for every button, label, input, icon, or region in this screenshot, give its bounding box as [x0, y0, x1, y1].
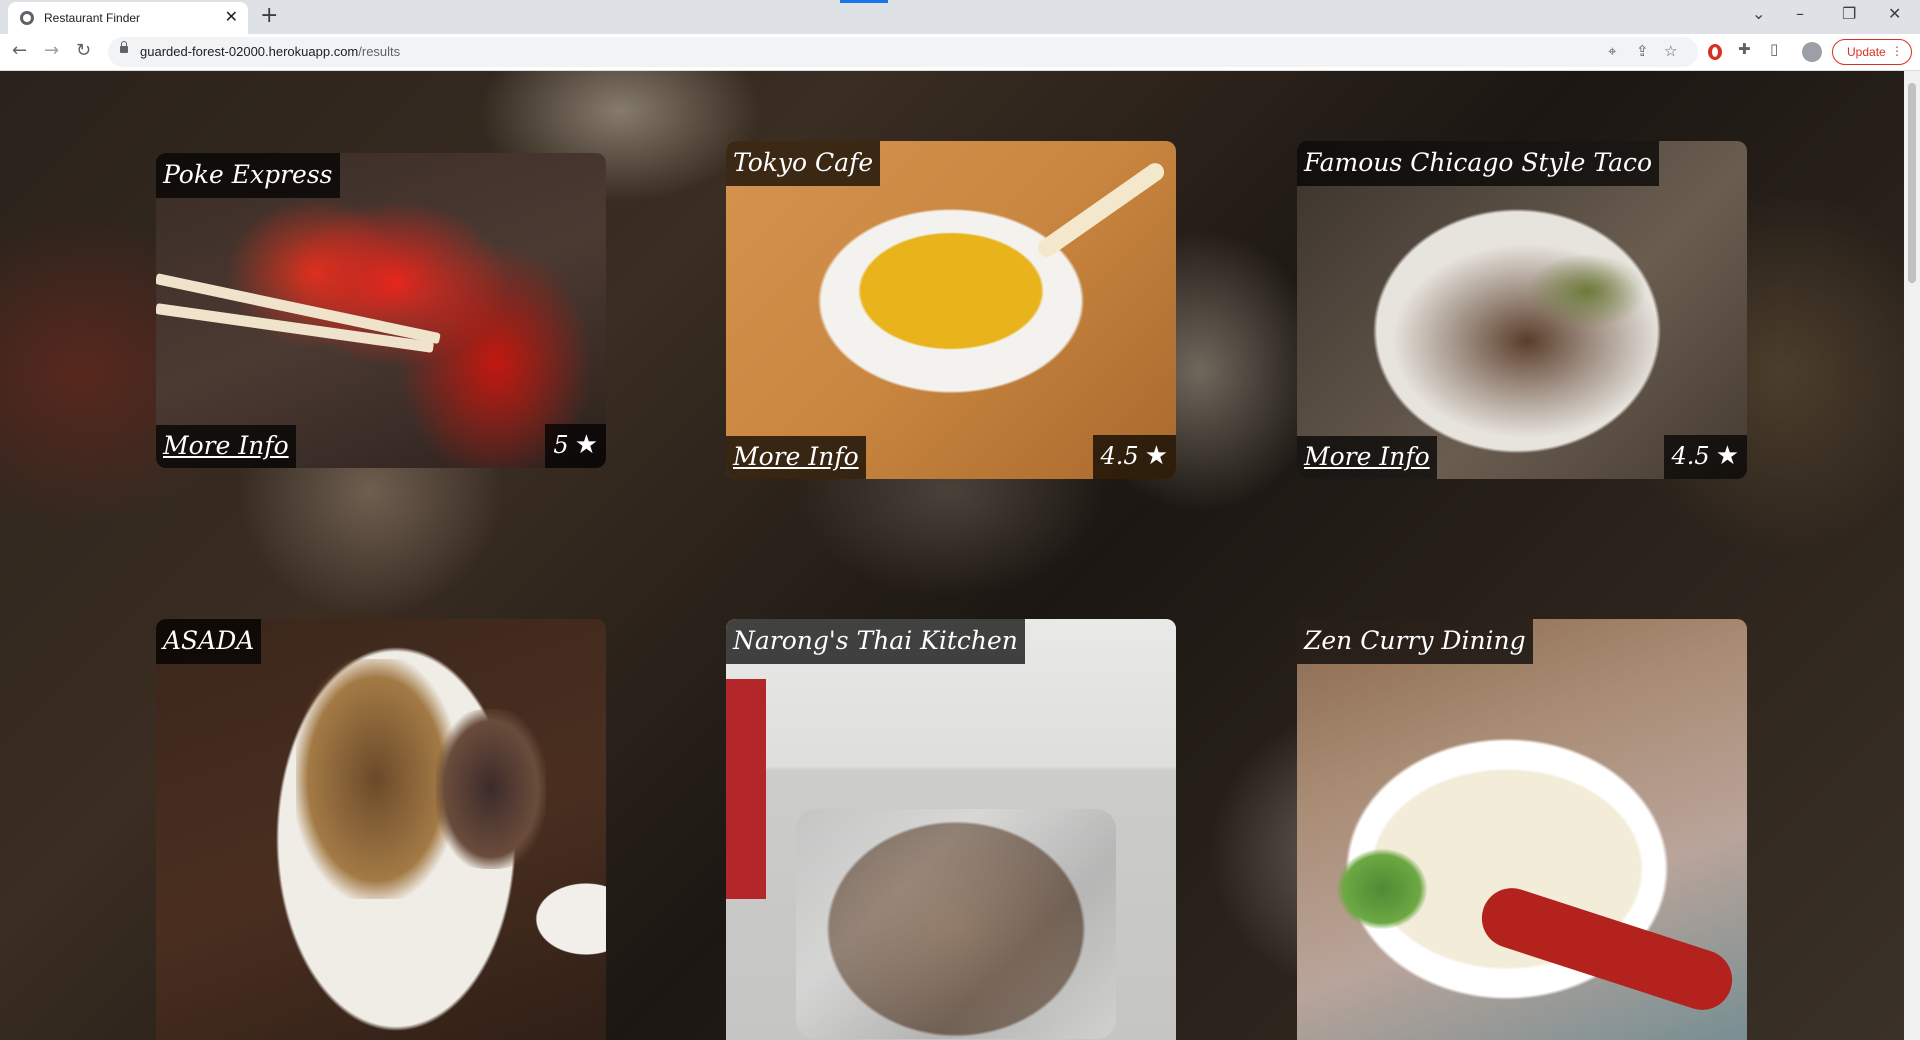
- restaurant-photo: [156, 619, 606, 1040]
- forward-button[interactable]: →: [44, 40, 59, 61]
- spoon: [1034, 159, 1168, 261]
- restaurant-name: Zen Curry Dining: [1297, 619, 1533, 664]
- menu-dots-icon: ⋮: [1891, 44, 1903, 58]
- more-info-link[interactable]: More Info: [156, 425, 296, 468]
- url-text[interactable]: guarded-forest-02000.herokuapp.com/resul…: [140, 44, 400, 59]
- side-panel-icon[interactable]: ▯: [1770, 40, 1778, 58]
- rating-value: 4.5: [1671, 442, 1710, 470]
- update-label: Update: [1847, 45, 1886, 59]
- tab-title: Restaurant Finder: [44, 11, 141, 25]
- star-icon: ★: [1715, 441, 1739, 471]
- bookmark-star-icon[interactable]: ☆: [1664, 42, 1677, 60]
- minimize-button[interactable]: –: [1796, 4, 1804, 23]
- new-tab-button[interactable]: +: [260, 3, 278, 28]
- rating-badge: 4.5 ★: [1663, 435, 1747, 479]
- red-binder: [726, 679, 766, 899]
- extensions-puzzle-icon[interactable]: ✚: [1738, 40, 1751, 58]
- restaurant-photo: [156, 153, 606, 468]
- restaurant-name: Poke Express: [156, 153, 340, 198]
- tab-indicator: [840, 0, 888, 3]
- location-icon[interactable]: ⌖: [1608, 42, 1616, 60]
- restaurant-photo: [726, 619, 1176, 1040]
- results-page: Poke Express More Info 5 ★ Tokyo Cafe Mor…: [0, 71, 1904, 1040]
- scrollbar-thumb[interactable]: [1908, 83, 1916, 283]
- restaurant-card[interactable]: Poke Express More Info 5 ★: [156, 153, 606, 468]
- opera-extension-icon[interactable]: [1708, 44, 1722, 60]
- update-button[interactable]: Update ⋮: [1832, 39, 1912, 65]
- close-tab-icon[interactable]: ✕: [225, 7, 238, 26]
- red-spoon: [1474, 880, 1740, 1018]
- globe-icon: [20, 11, 34, 25]
- page-scrollbar[interactable]: [1904, 71, 1920, 1040]
- restaurant-card[interactable]: Famous Chicago Style Taco More Info 4.5 ★: [1297, 141, 1747, 479]
- restaurant-name: ASADA: [156, 619, 262, 664]
- green-onions: [1337, 849, 1427, 929]
- star-icon: ★: [574, 430, 598, 460]
- foil-tray: [796, 809, 1116, 1039]
- restaurant-card[interactable]: Tokyo Cafe More Info 4.5 ★: [726, 141, 1176, 479]
- tacos: [296, 659, 456, 899]
- tab-strip: Restaurant Finder ✕ + ⌄ – ❐ ✕: [0, 0, 1920, 34]
- share-icon[interactable]: ⇪: [1636, 42, 1649, 60]
- profile-avatar-icon[interactable]: [1802, 42, 1822, 62]
- address-bar[interactable]: guarded-forest-02000.herokuapp.com/resul…: [108, 37, 1698, 67]
- restaurant-photo: [1297, 619, 1747, 1040]
- rating-badge: 4.5 ★: [1092, 435, 1176, 479]
- restaurant-name: Famous Chicago Style Taco: [1297, 141, 1660, 186]
- beans: [436, 709, 546, 869]
- back-button[interactable]: ←: [12, 40, 27, 61]
- rating-badge: 5 ★: [545, 424, 606, 468]
- restaurant-name: Tokyo Cafe: [726, 141, 881, 186]
- restaurant-card[interactable]: ASADA: [156, 619, 606, 1040]
- rating-value: 5: [553, 431, 569, 459]
- browser-tab[interactable]: Restaurant Finder ✕: [8, 2, 248, 34]
- restaurant-card[interactable]: Narong's Thai Kitchen: [726, 619, 1176, 1040]
- lock-icon: [120, 41, 128, 53]
- reload-button[interactable]: ↻: [76, 40, 91, 61]
- restaurant-photo: [1297, 141, 1747, 479]
- restaurant-name: Narong's Thai Kitchen: [726, 619, 1025, 664]
- close-window-button[interactable]: ✕: [1888, 4, 1901, 23]
- rating-value: 4.5: [1100, 442, 1139, 470]
- star-icon: ★: [1144, 441, 1168, 471]
- restaurant-card[interactable]: Zen Curry Dining: [1297, 619, 1747, 1040]
- more-info-link[interactable]: More Info: [1297, 436, 1437, 479]
- tab-search-icon[interactable]: ⌄: [1752, 4, 1765, 23]
- maximize-button[interactable]: ❐: [1842, 4, 1856, 23]
- more-info-link[interactable]: More Info: [726, 436, 866, 479]
- browser-toolbar: ← → ↻ guarded-forest-02000.herokuapp.com…: [0, 34, 1920, 71]
- restaurant-photo: [726, 141, 1176, 479]
